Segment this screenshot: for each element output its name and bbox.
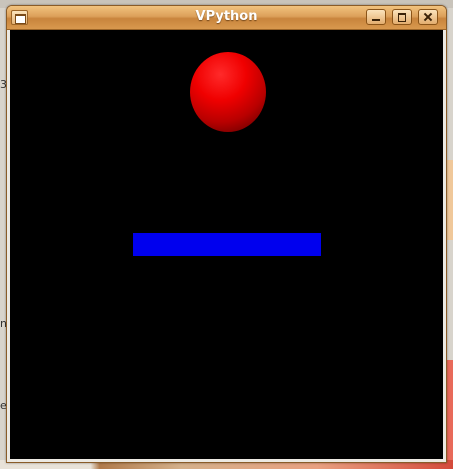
close-icon[interactable] (418, 9, 438, 25)
blue-box (133, 233, 321, 256)
minimize-icon[interactable] (366, 9, 386, 25)
maximize-icon[interactable] (392, 9, 412, 25)
red-sphere (190, 52, 266, 132)
scene-canvas[interactable] (10, 30, 443, 459)
title-bar[interactable]: VPython (7, 6, 446, 30)
vpython-window: VPython (6, 5, 447, 463)
desktop-decoration (112, 0, 152, 15)
